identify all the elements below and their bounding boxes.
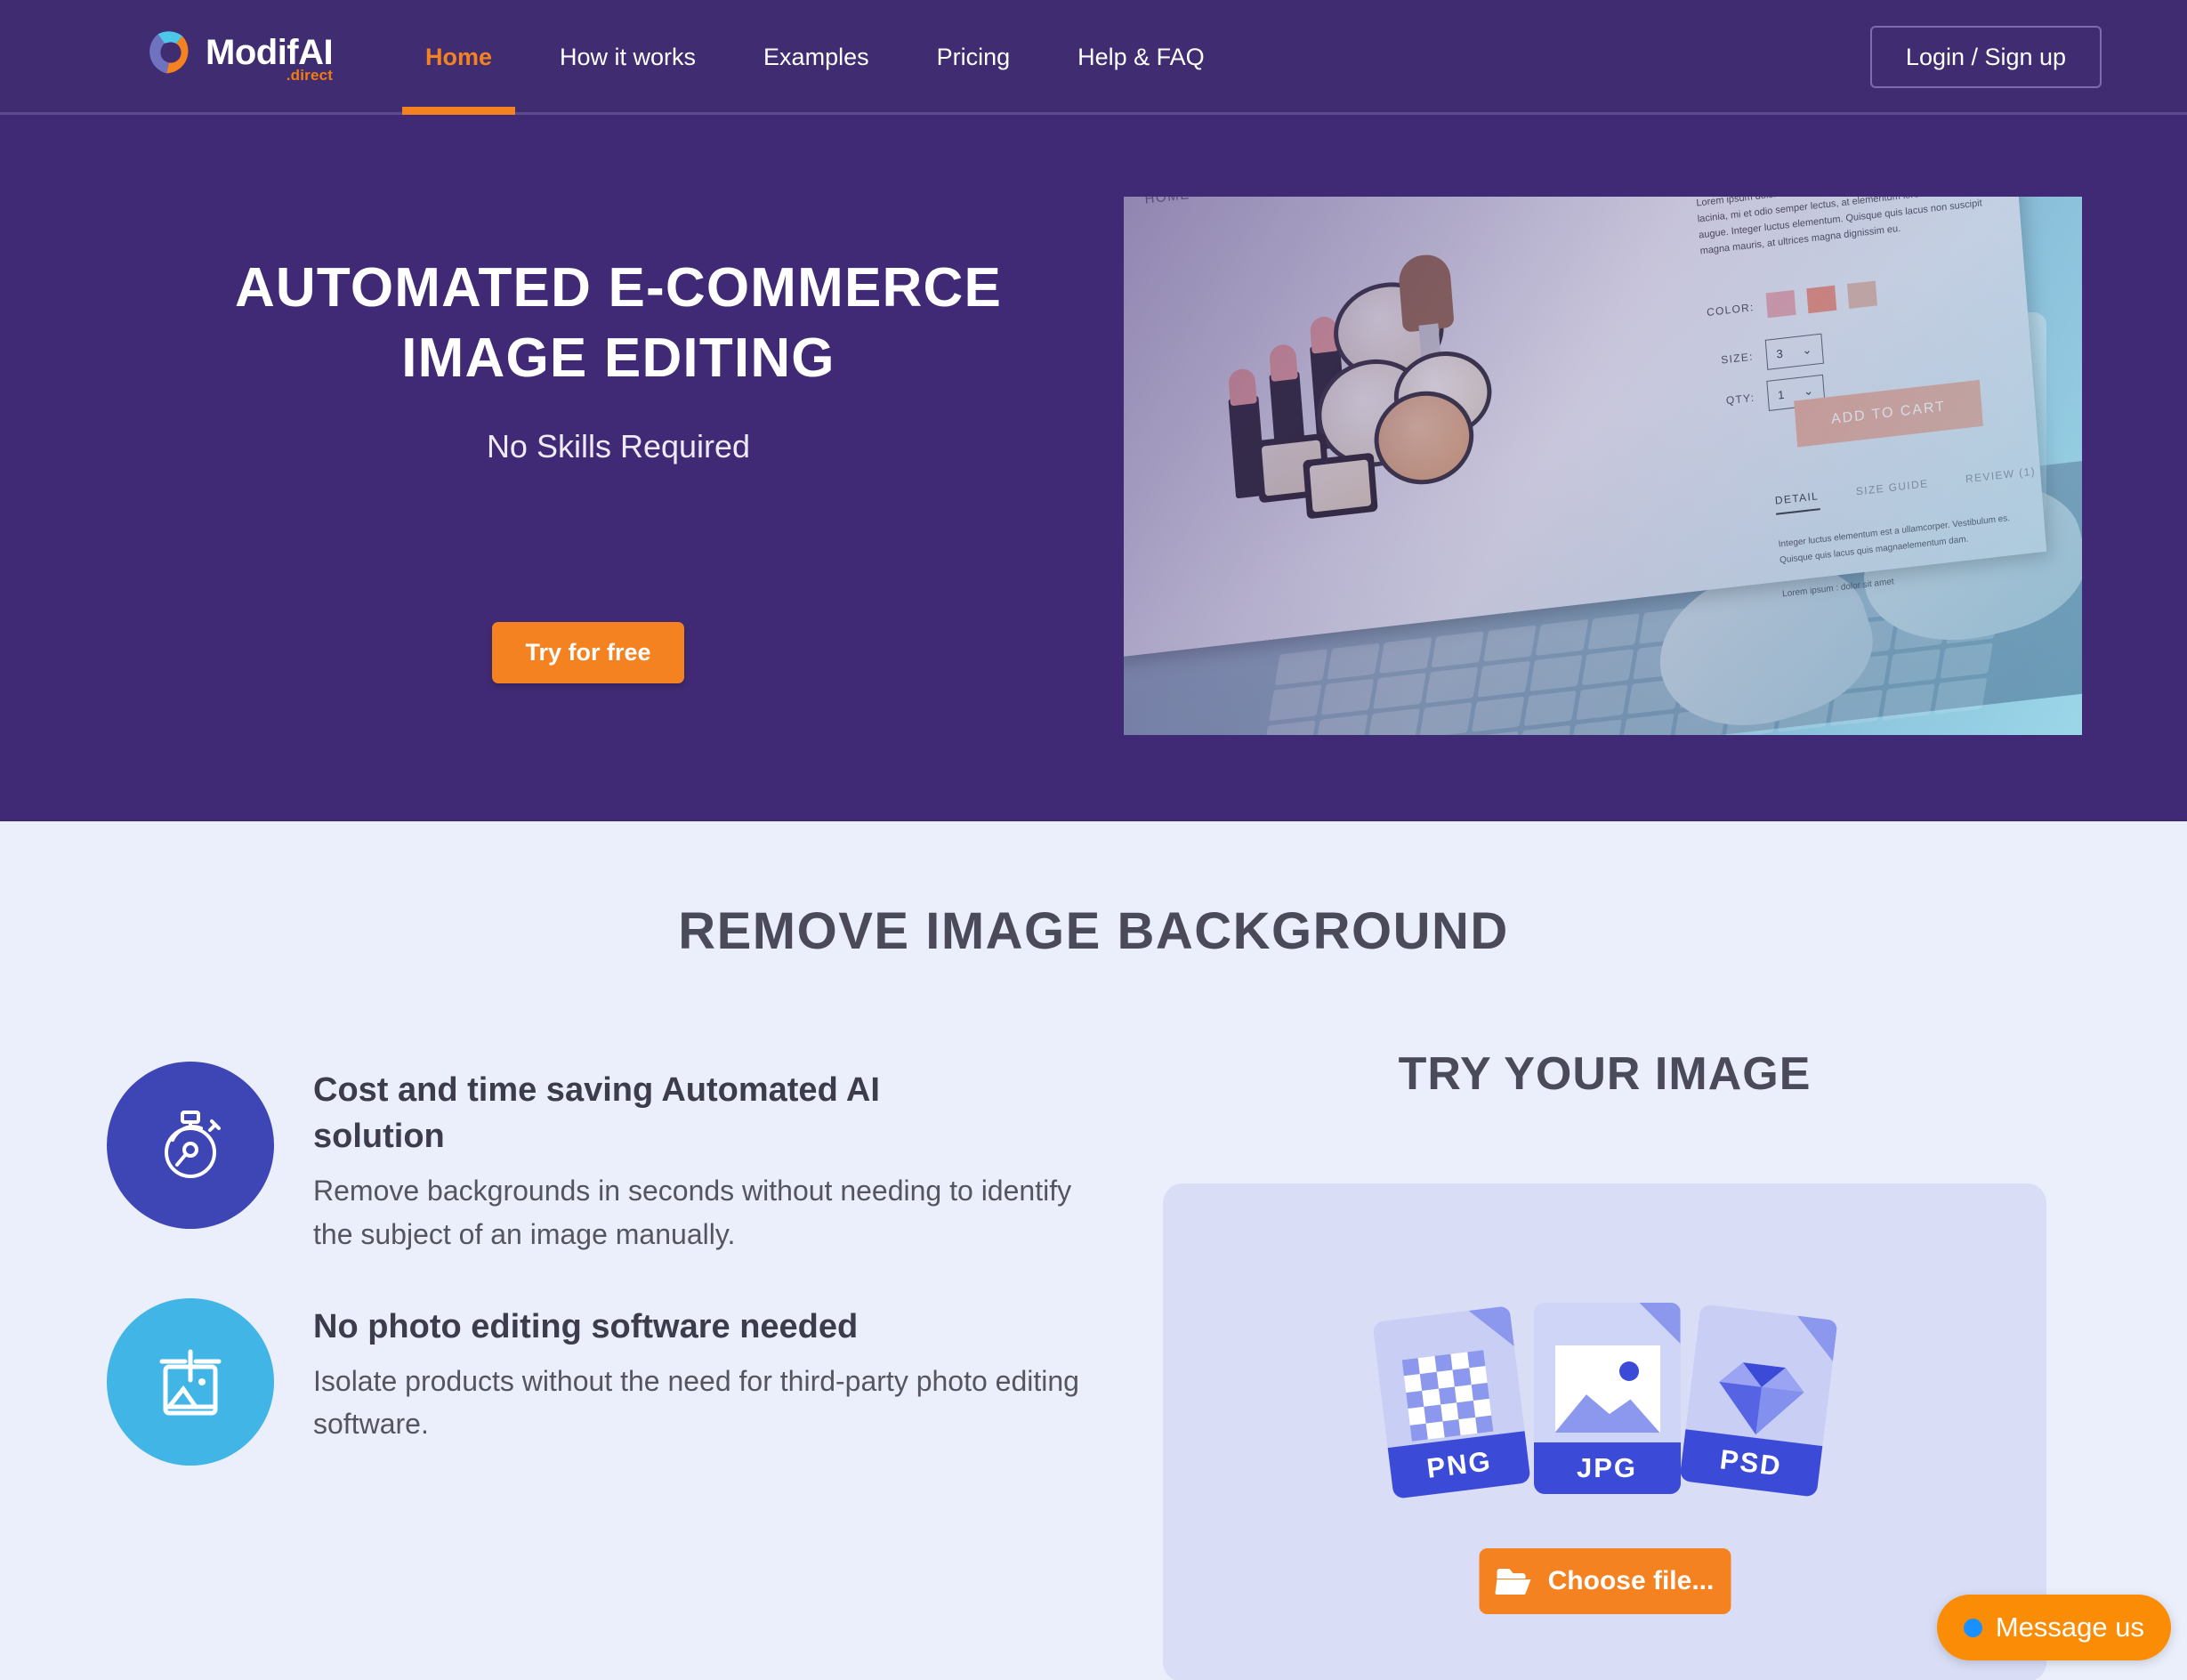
- login-signup-button[interactable]: Login / Sign up: [1870, 26, 2102, 88]
- nav-label: Home: [425, 44, 493, 70]
- file-card-png: PNG: [1371, 1305, 1531, 1499]
- picture-icon: [1554, 1345, 1660, 1433]
- page-root: ModifAI .direct Home How it works Exampl…: [0, 0, 2187, 1680]
- file-card-jpg: JPG: [1533, 1303, 1681, 1494]
- feature-heading: No photo editing software needed: [313, 1308, 859, 1346]
- nav-item-examples[interactable]: Examples: [730, 0, 903, 115]
- circular-ring-logo-icon: [149, 31, 189, 74]
- try-your-image-title: TRY YOUR IMAGE: [1398, 1048, 1812, 1100]
- file-card-label: PNG: [1387, 1431, 1531, 1499]
- feature-text: Cost and time saving Automated AI soluti…: [313, 1062, 1087, 1256]
- nav-label: Examples: [763, 44, 869, 70]
- checkerboard-icon: [1401, 1350, 1493, 1442]
- message-us-button[interactable]: Message us: [1936, 1595, 2171, 1660]
- choose-file-button[interactable]: Choose file...: [1479, 1548, 1731, 1614]
- site-header: ModifAI .direct Home How it works Exampl…: [0, 0, 2187, 115]
- folder-open-icon: [1495, 1568, 1531, 1595]
- brand-logo[interactable]: ModifAI .direct: [145, 27, 334, 84]
- nav-label: How it works: [560, 44, 697, 70]
- image-frame-icon: [107, 1298, 274, 1466]
- file-card-psd: PSD: [1678, 1304, 1838, 1498]
- brand-suffix: .direct: [286, 67, 334, 84]
- hero-title: AUTOMATED E-COMMERCE IMAGE EDITING: [169, 253, 1068, 394]
- nav-item-help-faq[interactable]: Help & FAQ: [1044, 0, 1239, 115]
- page-fold-icon: [1792, 1316, 1837, 1361]
- message-us-label: Message us: [1995, 1611, 2144, 1643]
- screenshot-color-overlay: [1124, 197, 2082, 735]
- feature-item: No photo editing software needed Isolate…: [107, 1298, 1103, 1466]
- active-nav-underline: [402, 107, 516, 115]
- brand-name: ModifAI: [206, 33, 334, 72]
- feature-body: Isolate products without the need for th…: [313, 1364, 1079, 1441]
- nav-item-home[interactable]: Home: [391, 0, 526, 115]
- nav-label: Help & FAQ: [1077, 44, 1205, 70]
- try-for-free-button[interactable]: Try for free: [492, 622, 684, 683]
- file-card-label: JPG: [1533, 1442, 1681, 1494]
- hero-laptop-screenshot: HOME > COSMETICS > SETS COSMETIC $29: [1124, 197, 2082, 735]
- diamond-icon: [1718, 1362, 1804, 1435]
- page-fold-icon: [1639, 1303, 1681, 1344]
- stopwatch-icon: [107, 1062, 274, 1229]
- nav-item-pricing[interactable]: Pricing: [903, 0, 1045, 115]
- status-dot-icon: [1963, 1618, 1982, 1637]
- hero-section: AUTOMATED E-COMMERCE IMAGE EDITING No Sk…: [0, 115, 2187, 821]
- hero-subtitle: No Skills Required: [486, 428, 751, 464]
- nav-label: Pricing: [936, 44, 1011, 70]
- file-type-illustration: PNG JPG PSD: [1371, 1297, 1838, 1511]
- feature-body: Remove backgrounds in seconds without ne…: [313, 1174, 1072, 1250]
- hero-title-line1: AUTOMATED E-COMMERCE: [234, 257, 1003, 319]
- section-title: REMOVE IMAGE BACKGROUND: [678, 902, 1509, 960]
- upload-panel[interactable]: PNG JPG PSD Choose file...: [1163, 1183, 2046, 1680]
- feature-heading: Cost and time saving Automated AI soluti…: [313, 1071, 880, 1156]
- feature-item: Cost and time saving Automated AI soluti…: [107, 1062, 1103, 1256]
- hero-title-line2: IMAGE EDITING: [401, 327, 835, 390]
- nav-item-how-it-works[interactable]: How it works: [526, 0, 730, 115]
- feature-list: Cost and time saving Automated AI soluti…: [107, 1062, 1103, 1508]
- page-fold-icon: [1468, 1305, 1513, 1351]
- remove-background-section: REMOVE IMAGE BACKGROUND Cost and time sa…: [0, 821, 2187, 1680]
- feature-text: No photo editing software needed Isolate…: [313, 1298, 1087, 1466]
- main-navigation: Home How it works Examples Pricing Help …: [391, 0, 1239, 115]
- choose-file-label: Choose file...: [1547, 1566, 1715, 1595]
